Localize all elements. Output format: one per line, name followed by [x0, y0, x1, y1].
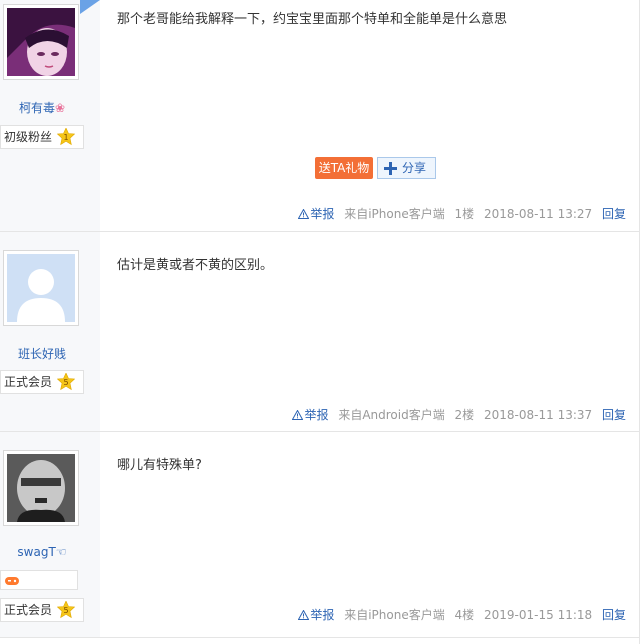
post-floor-4: swagT☜ 正式会员 5 哪儿有特殊单? 举报 来自iPhone客户端 4楼: [0, 432, 640, 638]
avatar[interactable]: [3, 450, 79, 526]
post-tail: 举报 来自iPhone客户端 4楼 2019-01-15 11:18 回复: [292, 606, 626, 623]
post-time: 2018-08-11 13:27: [484, 207, 593, 221]
author-sidebar: 柯有毒❀ 初级粉丝 1: [0, 0, 100, 231]
title-badge-label: 正式会员: [4, 375, 53, 389]
post-floor-1: 柯有毒❀ 初级粉丝 1 那个老哥能给我解释一下，约宝宝里面那个特单和全能单是什么…: [0, 0, 640, 232]
post-tail: 举报 来自Android客户端 2楼 2018-08-11 13:37 回复: [286, 406, 626, 423]
reply-link[interactable]: 回复: [602, 408, 626, 422]
report-link[interactable]: 举报: [298, 608, 338, 622]
warning-icon: [292, 409, 304, 420]
level-star-icon: 5: [56, 372, 76, 391]
post-time: 2018-08-11 13:37: [484, 408, 593, 422]
post-content: 那个老哥能给我解释一下，约宝宝里面那个特单和全能单是什么意思: [117, 12, 508, 27]
post-floor-2: 班长好贱 正式会员 5 估计是黄或者不黄的区别。 举报 来自Android客户端…: [0, 232, 640, 432]
client-source[interactable]: 来自iPhone客户端: [344, 608, 445, 622]
title-badge-label: 初级粉丝: [4, 130, 53, 144]
svg-text:1: 1: [63, 133, 68, 142]
title-badge[interactable]: 正式会员 5: [0, 370, 84, 394]
warning-icon: [298, 609, 310, 620]
report-link[interactable]: 举报: [292, 408, 332, 422]
post-content: 哪儿有特殊单?: [117, 458, 202, 473]
post-content: 估计是黄或者不黄的区别。: [117, 258, 274, 273]
floor-number: 2楼: [454, 408, 475, 422]
floor-number: 1楼: [454, 207, 475, 221]
client-source[interactable]: 来自iPhone客户端: [344, 207, 445, 221]
reply-link[interactable]: 回复: [602, 608, 626, 622]
floor-number: 4楼: [454, 608, 475, 622]
game-controller-icon: [5, 577, 19, 585]
username[interactable]: 班长好贱: [0, 345, 84, 362]
post-time: 2019-01-15 11:18: [484, 608, 593, 622]
level-star-icon: 5: [56, 600, 76, 619]
reply-link[interactable]: 回复: [602, 207, 626, 221]
send-gift-button[interactable]: 送TA礼物: [315, 157, 373, 179]
svg-text:5: 5: [63, 378, 68, 387]
title-badge-label: 正式会员: [4, 603, 53, 617]
plus-icon: [384, 161, 397, 175]
avatar[interactable]: [3, 4, 79, 80]
author-sidebar: swagT☜ 正式会员 5: [0, 432, 100, 637]
post-tail: 举报 来自iPhone客户端 1楼 2018-08-11 13:27 回复: [292, 205, 626, 222]
level-star-icon: 1: [56, 127, 76, 146]
decoration-badge[interactable]: [0, 570, 78, 590]
title-badge[interactable]: 初级粉丝 1: [0, 125, 84, 149]
client-source[interactable]: 来自Android客户端: [338, 408, 444, 422]
warning-icon: [298, 208, 310, 219]
avatar[interactable]: [3, 250, 79, 326]
svg-text:5: 5: [63, 606, 68, 615]
username[interactable]: swagT☜: [0, 545, 84, 559]
corner-ribbon-icon: [80, 0, 100, 14]
username[interactable]: 柯有毒❀: [0, 99, 84, 116]
author-sidebar: 班长好贱 正式会员 5: [0, 232, 100, 431]
share-button[interactable]: 分享: [377, 157, 436, 179]
title-badge[interactable]: 正式会员 5: [0, 598, 84, 622]
report-link[interactable]: 举报: [298, 207, 338, 221]
